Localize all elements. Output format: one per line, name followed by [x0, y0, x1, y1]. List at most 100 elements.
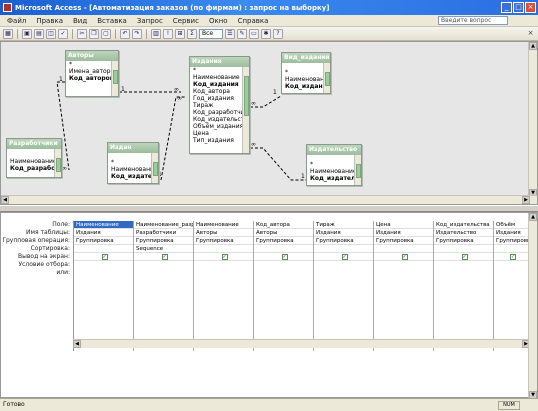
- print-icon[interactable]: ▤: [34, 28, 44, 39]
- grid-cell-show[interactable]: [254, 253, 313, 261]
- grid-cell-total[interactable]: Группировка: [74, 237, 133, 245]
- run-icon[interactable]: !: [163, 28, 173, 39]
- grid-cell-field[interactable]: Объём: [494, 221, 530, 229]
- table-izdatelstvo[interactable]: Издательство * Наименование Код_издатель…: [306, 144, 362, 186]
- scroll-thumb[interactable]: [356, 164, 361, 178]
- table-razrabotchik[interactable]: Разработчики Наименование_разр Код_разра…: [6, 138, 62, 178]
- upper-horizontal-scrollbar[interactable]: ◀ ▶: [1, 195, 537, 204]
- grid-cell-field[interactable]: Код_автора: [254, 221, 313, 229]
- help-search-input[interactable]: Введите вопрос: [438, 16, 508, 25]
- show-checkbox[interactable]: [101, 253, 108, 260]
- table-scrollbar[interactable]: [323, 63, 330, 93]
- grid-cell-show[interactable]: [374, 253, 433, 261]
- field-item[interactable]: Наименование: [307, 168, 361, 175]
- close-button[interactable]: ×: [525, 2, 536, 13]
- scroll-thumb[interactable]: [56, 158, 61, 172]
- field-item[interactable]: Тираж: [190, 102, 249, 109]
- field-item[interactable]: Код_разработчик: [7, 165, 61, 172]
- show-table-icon[interactable]: ⊞: [175, 28, 185, 39]
- grid-column-4[interactable]: Код_автора Авторы Группировка: [254, 221, 314, 351]
- grid-cell-table[interactable]: Издания: [374, 229, 433, 237]
- grid-cell-table[interactable]: Издания: [74, 229, 133, 237]
- grid-cell-sort[interactable]: [494, 245, 530, 253]
- show-checkbox[interactable]: [341, 253, 348, 260]
- field-item[interactable]: Код_издательства: [190, 116, 249, 123]
- grid-cell-table[interactable]: Издательство: [434, 229, 493, 237]
- scroll-left-icon[interactable]: ◀: [73, 340, 81, 348]
- table-title[interactable]: Издания: [190, 57, 249, 67]
- field-item[interactable]: Год_издания: [190, 95, 249, 102]
- grid-cell-field[interactable]: Наименование: [74, 221, 133, 229]
- spellcheck-icon[interactable]: ✓: [58, 28, 68, 39]
- table-scrollbar[interactable]: [54, 149, 61, 177]
- top-values-combo[interactable]: Все: [199, 28, 223, 39]
- grid-cell-show[interactable]: [314, 253, 373, 261]
- table-title[interactable]: Разработчики: [7, 139, 61, 149]
- database-window-icon[interactable]: ▭: [249, 28, 259, 39]
- table-izdan[interactable]: Издан * Наименование Код_издательства: [107, 142, 159, 184]
- grid-cell-sort[interactable]: Sequence: [134, 245, 193, 253]
- grid-cell-total[interactable]: Группировка: [374, 237, 433, 245]
- properties-icon[interactable]: ☰: [225, 28, 235, 39]
- totals-icon[interactable]: Σ: [187, 28, 197, 39]
- grid-horizontal-scrollbar[interactable]: ◀ ▶: [73, 339, 530, 348]
- table-vid-izdaniya[interactable]: Вид_издания * Наименование Код_издания: [281, 52, 331, 94]
- menu-tools[interactable]: Сервис: [168, 17, 204, 25]
- grid-cell-sort[interactable]: [254, 245, 313, 253]
- scroll-up-icon[interactable]: ▲: [529, 42, 537, 50]
- grid-column-1[interactable]: Наименование Издания Группировка: [74, 221, 134, 351]
- save-icon[interactable]: ▣: [22, 28, 32, 39]
- menu-edit[interactable]: Правка: [31, 17, 68, 25]
- scroll-left-icon[interactable]: ◀: [1, 196, 9, 204]
- grid-cell-table[interactable]: Издания: [314, 229, 373, 237]
- minimize-button[interactable]: _: [501, 2, 512, 13]
- grid-cell-total[interactable]: Группировка: [494, 237, 530, 245]
- field-item[interactable]: Тип_издания: [190, 137, 249, 144]
- grid-cell-total[interactable]: Группировка: [434, 237, 493, 245]
- show-checkbox[interactable]: [401, 253, 408, 260]
- grid-cell-table[interactable]: Авторы: [254, 229, 313, 237]
- grid-cell-field[interactable]: Тираж: [314, 221, 373, 229]
- field-item[interactable]: Код_издания: [190, 81, 249, 88]
- grid-cell-sort[interactable]: [434, 245, 493, 253]
- scroll-up-icon[interactable]: ▲: [529, 213, 537, 221]
- new-object-icon[interactable]: ✱: [261, 28, 271, 39]
- document-close-icon[interactable]: ×: [526, 29, 535, 38]
- copy-icon[interactable]: ❐: [89, 28, 99, 39]
- grid-column-2[interactable]: Наименование_разр Разработчики Группиров…: [134, 221, 194, 351]
- grid-cell-field[interactable]: Цена: [374, 221, 433, 229]
- pane-splitter[interactable]: [0, 205, 538, 212]
- show-checkbox[interactable]: [221, 253, 228, 260]
- menu-window[interactable]: Окно: [204, 17, 233, 25]
- preview-icon[interactable]: ◫: [46, 28, 56, 39]
- menu-query[interactable]: Запрос: [132, 17, 168, 25]
- grid-cell-table[interactable]: Авторы: [194, 229, 253, 237]
- grid-cell-show[interactable]: [134, 253, 193, 261]
- scroll-thumb[interactable]: [244, 76, 249, 116]
- grid-cell-total[interactable]: Группировка: [194, 237, 253, 245]
- grid-vertical-scrollbar[interactable]: ▲ ▼: [528, 213, 537, 399]
- paste-icon[interactable]: ▢: [101, 28, 111, 39]
- grid-cell-sort[interactable]: [374, 245, 433, 253]
- build-icon[interactable]: ✎: [237, 28, 247, 39]
- grid-cell-total[interactable]: Группировка: [134, 237, 193, 245]
- table-scrollbar[interactable]: [111, 61, 118, 96]
- grid-cell-field[interactable]: Наименование: [194, 221, 253, 229]
- scroll-right-icon[interactable]: ▶: [522, 196, 530, 204]
- field-item[interactable]: *: [190, 67, 249, 74]
- table-scrollbar[interactable]: [242, 67, 249, 153]
- grid-cell-table[interactable]: Издания: [494, 229, 530, 237]
- grid-column-6[interactable]: Цена Издания Группировка: [374, 221, 434, 351]
- show-checkbox[interactable]: [161, 253, 168, 260]
- menu-insert[interactable]: Вставка: [92, 17, 132, 25]
- grid-cell-field[interactable]: Наименование_разр: [134, 221, 193, 229]
- grid-cell-sort[interactable]: [74, 245, 133, 253]
- table-title[interactable]: Издан: [108, 143, 158, 153]
- access-app-icon[interactable]: [3, 3, 12, 12]
- query-type-icon[interactable]: ▥: [151, 28, 161, 39]
- field-item[interactable]: Наименование_разр: [7, 158, 61, 165]
- cut-icon[interactable]: ✂: [77, 28, 87, 39]
- scroll-thumb[interactable]: [325, 72, 330, 86]
- grid-cell-sort[interactable]: [314, 245, 373, 253]
- table-avtory[interactable]: Авторы * Имена_авторов Код_авторов: [65, 50, 119, 97]
